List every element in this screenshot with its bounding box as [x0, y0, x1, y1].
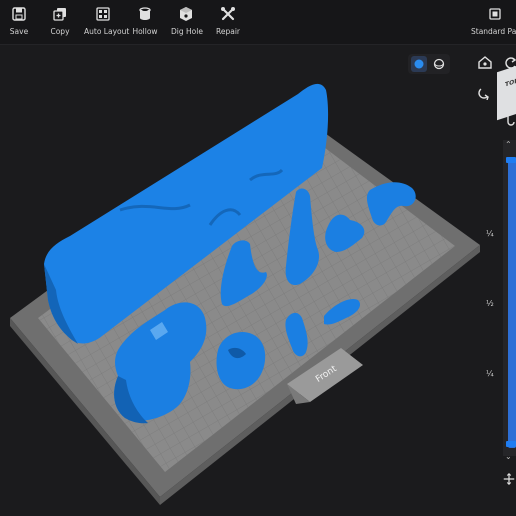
top-toolbar: Save Copy Auto Layout Hollow Dig Hole Re…	[0, 0, 516, 45]
copy-label: Copy	[50, 27, 70, 36]
view-cube-label: TOP	[505, 77, 516, 89]
move-icon[interactable]	[502, 472, 516, 486]
rotate-down-icon[interactable]	[477, 84, 493, 100]
dig-hole-button[interactable]: Dig Hole	[171, 4, 203, 36]
hollow-label: Hollow	[132, 27, 158, 36]
save-button[interactable]: Save	[8, 4, 30, 36]
layer-slider-bottom-handle[interactable]	[506, 441, 516, 447]
dig-hole-icon	[180, 7, 192, 21]
layer-slider-top-handle[interactable]	[506, 157, 516, 163]
repair-button[interactable]: Repair	[216, 4, 240, 36]
hollow-icon	[139, 7, 151, 20]
rotate-right-icon[interactable]	[503, 110, 516, 126]
save-icon	[12, 7, 26, 21]
standard-parts-icon	[489, 8, 501, 20]
home-view-icon[interactable]	[477, 54, 493, 70]
slider-mark-quarter-bottom: ¼	[486, 369, 494, 378]
slider-mark-half: ½	[486, 299, 494, 308]
3d-viewport[interactable]: Front	[0, 45, 516, 516]
repair-label: Repair	[216, 27, 241, 36]
layer-slider-track	[508, 158, 516, 448]
chevron-up-icon[interactable]: ⌃	[505, 140, 512, 149]
standard-parts-label: Standard Parts	[471, 27, 516, 36]
slider-mark-quarter-top: ¼	[486, 229, 494, 238]
dig-hole-label: Dig Hole	[171, 27, 203, 36]
hollow-button[interactable]: Hollow	[131, 4, 159, 36]
auto-layout-icon	[96, 7, 110, 21]
repair-icon	[221, 7, 235, 21]
chevron-down-icon[interactable]: ⌄	[505, 452, 512, 461]
auto-layout-label: Auto Layout	[84, 27, 130, 36]
auto-layout-button[interactable]: Auto Layout	[84, 4, 130, 36]
wireframe-sphere-icon	[433, 58, 445, 70]
save-label: Save	[9, 27, 29, 36]
copy-icon	[53, 8, 66, 21]
solid-sphere-icon	[414, 59, 424, 69]
solid-view-button[interactable]	[411, 56, 427, 72]
render-mode-toggle	[408, 54, 450, 74]
copy-button[interactable]: Copy	[48, 4, 72, 36]
wireframe-view-button[interactable]	[431, 56, 447, 72]
standard-parts-button[interactable]: Standard Parts	[471, 4, 516, 36]
scene: Front	[10, 83, 480, 505]
